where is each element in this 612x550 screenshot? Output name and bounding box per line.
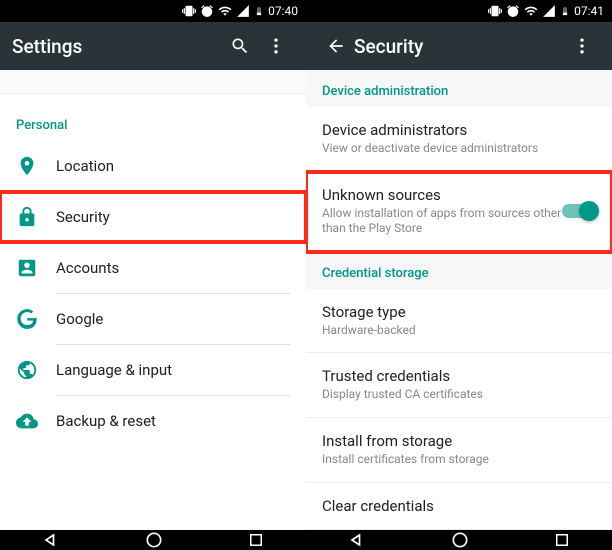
setting-title: Install from storage [322,432,596,450]
setting-title: Device administrators [322,121,596,139]
battery-icon [560,4,570,18]
setting-title: Storage type [322,303,596,321]
navigation-bar [0,530,612,550]
setting-subtitle: View or deactivate device administrators [322,141,596,157]
security-item-clear-credentials[interactable]: Clear credentials [306,483,612,530]
lock-icon [16,206,56,228]
page-title: Settings [12,35,222,58]
setting-subtitle: Hardware-backed [322,323,596,339]
google-icon [16,308,56,330]
cloud-upload-icon [16,410,56,432]
settings-item-label: Security [56,208,290,226]
settings-item-accounts[interactable]: Accounts [0,243,306,293]
security-item-unknown-sources[interactable]: Unknown sources Allow installation of ap… [306,172,612,252]
setting-subtitle: Allow installation of apps from sources … [322,206,562,237]
alarm-icon [506,4,520,18]
security-item-install-from-storage[interactable]: Install from storage Install certificate… [306,418,612,483]
app-bar: Settings [0,22,306,70]
signal-icon [542,4,556,18]
security-list: Device administration Device administrat… [306,70,612,530]
nav-home-button[interactable] [144,530,164,550]
setting-title: Trusted credentials [322,367,596,385]
back-button[interactable] [318,36,354,56]
settings-item-label: Accounts [56,259,290,277]
section-header-credential-storage: Credential storage [306,252,612,289]
security-item-trusted-credentials[interactable]: Trusted credentials Display trusted CA c… [306,353,612,418]
wifi-icon [524,4,538,18]
status-bar: 07:40 [0,0,306,22]
nav-home-button[interactable] [450,530,470,550]
status-bar: 07:41 [306,0,612,22]
status-time: 07:41 [574,4,604,18]
person-icon [16,257,56,279]
nav-recents-button[interactable] [247,531,265,549]
page-title: Security [354,35,564,58]
wifi-icon [218,4,232,18]
globe-icon [16,359,56,381]
section-header-personal: Personal [0,104,306,141]
location-icon [16,155,56,177]
settings-item-label: Location [56,157,290,175]
settings-list: Personal Location Security Accounts Goog… [0,70,306,530]
settings-item-label: Google [56,310,290,328]
nav-back-button[interactable] [41,530,61,550]
setting-title: Clear credentials [322,497,596,515]
section-header-device-admin: Device administration [306,70,612,107]
search-button[interactable] [222,36,258,56]
settings-item-backup[interactable]: Backup & reset [0,396,306,446]
settings-item-label: Backup & reset [56,412,290,430]
vibrate-icon [488,4,502,18]
setting-subtitle: Install certificates from storage [322,452,596,468]
overflow-menu-button[interactable] [258,36,294,56]
overflow-menu-button[interactable] [564,36,600,56]
settings-item-google[interactable]: Google [0,294,306,344]
settings-item-label: Language & input [56,361,290,379]
settings-item-language[interactable]: Language & input [0,345,306,395]
signal-icon [236,4,250,18]
vibrate-icon [182,4,196,18]
setting-subtitle: Display trusted CA certificates [322,387,596,403]
unknown-sources-toggle[interactable] [562,204,596,218]
battery-icon [254,4,264,18]
setting-title: Unknown sources [322,186,562,204]
settings-item-location[interactable]: Location [0,141,306,191]
security-item-device-admins[interactable]: Device administrators View or deactivate… [306,107,612,172]
alarm-icon [200,4,214,18]
security-item-storage-type[interactable]: Storage type Hardware-backed [306,289,612,354]
status-time: 07:40 [268,4,298,18]
app-bar: Security [306,22,612,70]
nav-recents-button[interactable] [553,531,571,549]
nav-back-button[interactable] [347,530,367,550]
settings-item-security[interactable]: Security [0,192,306,242]
